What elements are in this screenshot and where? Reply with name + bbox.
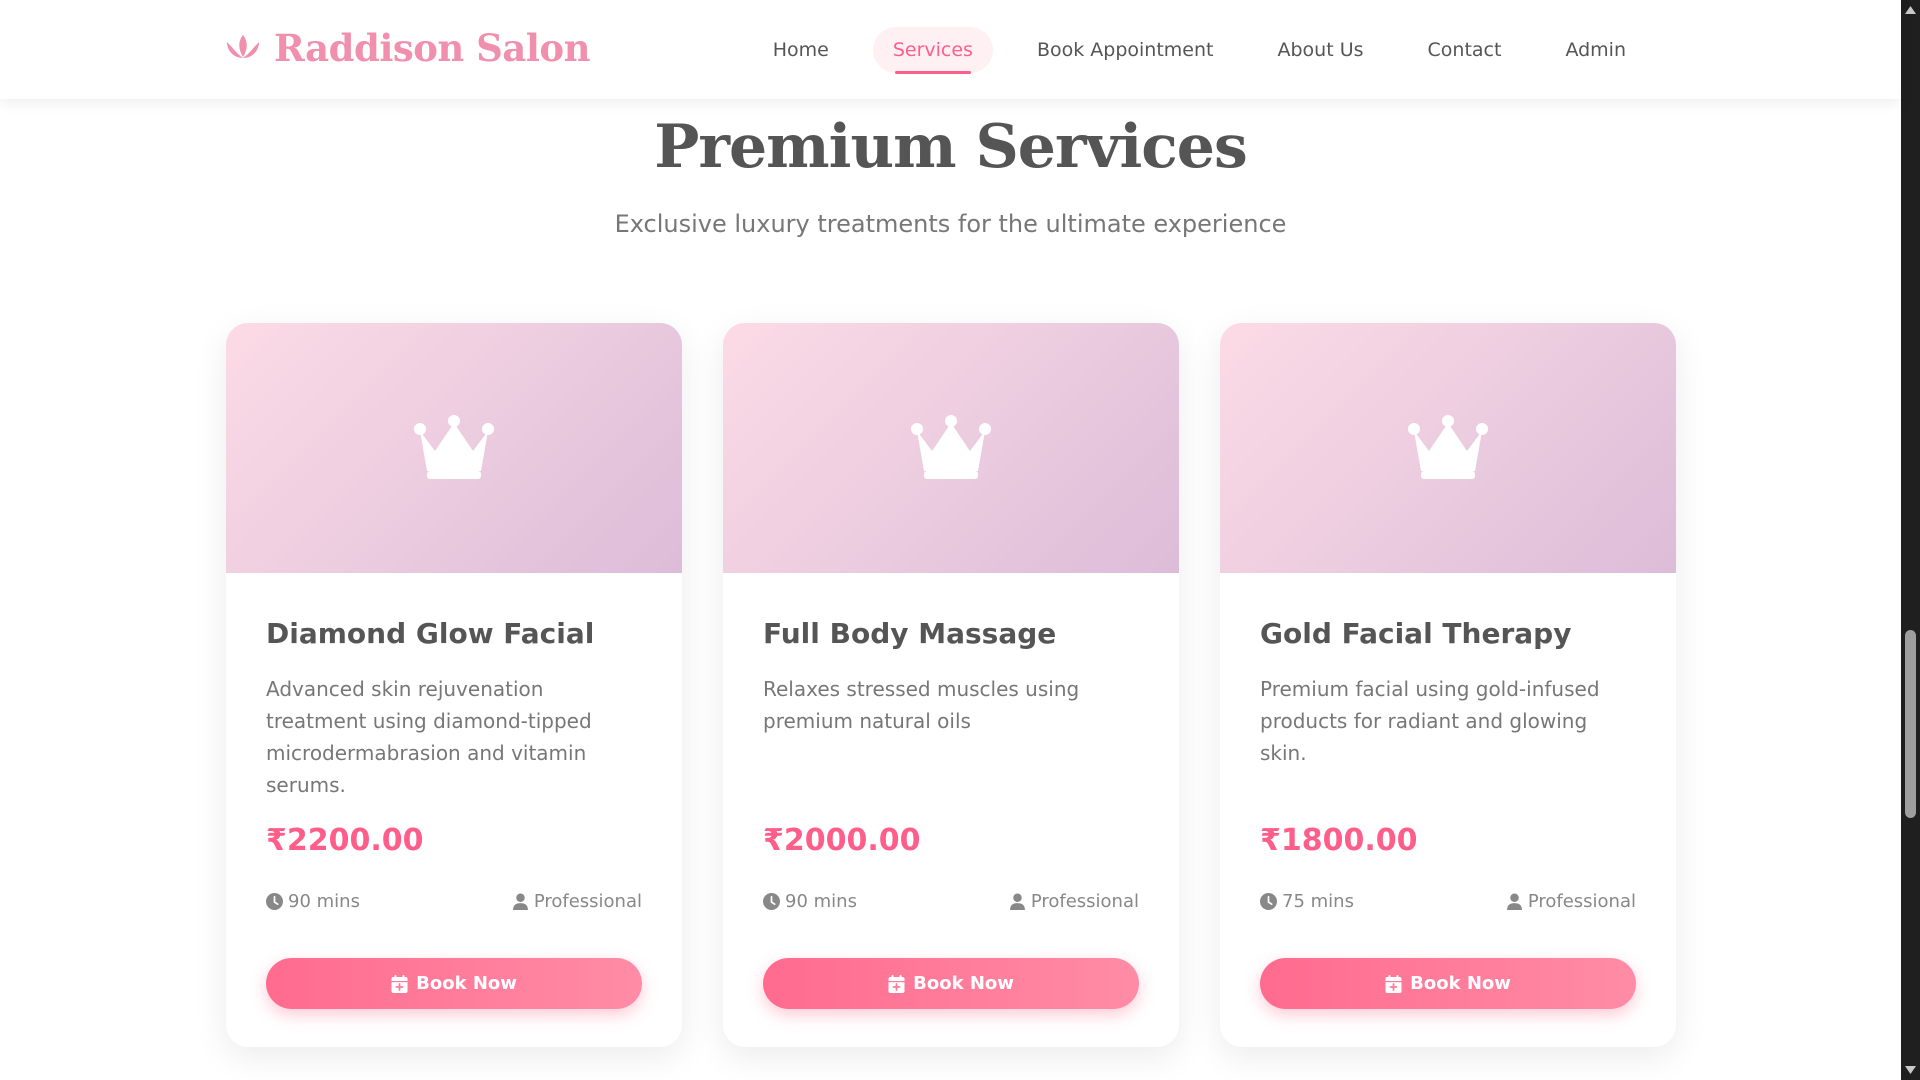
duration-info: 75 mins [1260,891,1354,912]
service-card: Diamond Glow Facial Advanced skin rejuve… [226,323,682,1047]
crown-icon [414,415,494,479]
scroll-down-arrow-icon[interactable] [1904,1064,1917,1076]
nav-item-about-us[interactable]: About Us [1245,27,1395,73]
service-meta: 90 mins Professional [763,891,1139,912]
duration-text: 75 mins [1282,891,1354,912]
staff-text: Professional [533,891,642,912]
calendar-plus-icon [888,974,905,993]
crown-icon [1408,415,1488,479]
service-title: Diamond Glow Facial [266,617,595,650]
clock-icon [763,893,780,910]
service-card: Full Body Massage Relaxes stressed muscl… [723,323,1179,1047]
service-title: Full Body Massage [763,617,1057,650]
nav-item-home[interactable]: Home [741,27,861,73]
card-body: Gold Facial Therapy Premium facial using… [1220,573,1676,1047]
page-subtitle: Exclusive luxury treatments for the ulti… [614,210,1287,238]
book-now-button[interactable]: Book Now [763,958,1139,1009]
staff-info: Professional [512,891,642,912]
nav-item-book-appointment[interactable]: Book Appointment [1005,27,1246,73]
service-meta: 75 mins Professional [1260,891,1636,912]
book-now-label: Book Now [416,973,517,994]
service-description: Relaxes stressed muscles using premium n… [763,677,1080,733]
nav-item-admin[interactable]: Admin [1533,27,1658,73]
crown-icon [911,415,991,479]
user-icon [1506,893,1522,910]
book-now-label: Book Now [1410,973,1511,994]
page-title: Premium Services [654,112,1247,182]
book-now-button[interactable]: Book Now [266,958,642,1009]
user-icon [1009,893,1025,910]
staff-info: Professional [1506,891,1636,912]
duration-text: 90 mins [785,891,857,912]
card-image [723,323,1179,573]
service-title: Gold Facial Therapy [1260,617,1572,650]
duration-info: 90 mins [266,891,360,912]
staff-text: Professional [1527,891,1636,912]
staff-info: Professional [1009,891,1139,912]
clock-icon [266,893,283,910]
service-card: Gold Facial Therapy Premium facial using… [1220,323,1676,1047]
card-image [226,323,682,573]
main-nav: Home Services Book Appointment About Us … [741,27,1658,74]
brand-name: Raddison Salon [274,26,591,70]
lotus-icon [227,35,259,58]
clock-icon [1260,893,1277,910]
nav-item-services[interactable]: Services [872,27,993,74]
book-now-button[interactable]: Book Now [1260,958,1636,1009]
staff-text: Professional [1030,891,1139,912]
service-price: ₹2200.00 [266,823,424,858]
duration-info: 90 mins [763,891,857,912]
duration-text: 90 mins [288,891,360,912]
nav-item-contact[interactable]: Contact [1396,27,1534,73]
service-price: ₹1800.00 [1260,823,1418,858]
navbar: Raddison Salon Home Services Book Appoin… [0,0,1901,99]
book-now-label: Book Now [913,973,1014,994]
brand-logo[interactable]: Raddison Salon [224,26,591,70]
card-body: Diamond Glow Facial Advanced skin rejuve… [226,573,682,1047]
service-meta: 90 mins Professional [266,891,642,912]
user-icon [512,893,528,910]
calendar-plus-icon [391,974,408,993]
service-price: ₹2000.00 [763,823,921,858]
scrollbar-thumb[interactable] [1905,630,1916,818]
service-cards: Diamond Glow Facial Advanced skin rejuve… [226,323,1676,1047]
card-body: Full Body Massage Relaxes stressed muscl… [723,573,1179,1047]
scroll-up-arrow-icon[interactable] [1904,4,1917,16]
service-description: Advanced skin rejuvenation treatment usi… [266,677,592,797]
page-scrollbar[interactable] [1901,0,1920,1080]
service-description: Premium facial using gold-infused produc… [1260,677,1600,765]
card-image [1220,323,1676,573]
calendar-plus-icon [1385,974,1402,993]
